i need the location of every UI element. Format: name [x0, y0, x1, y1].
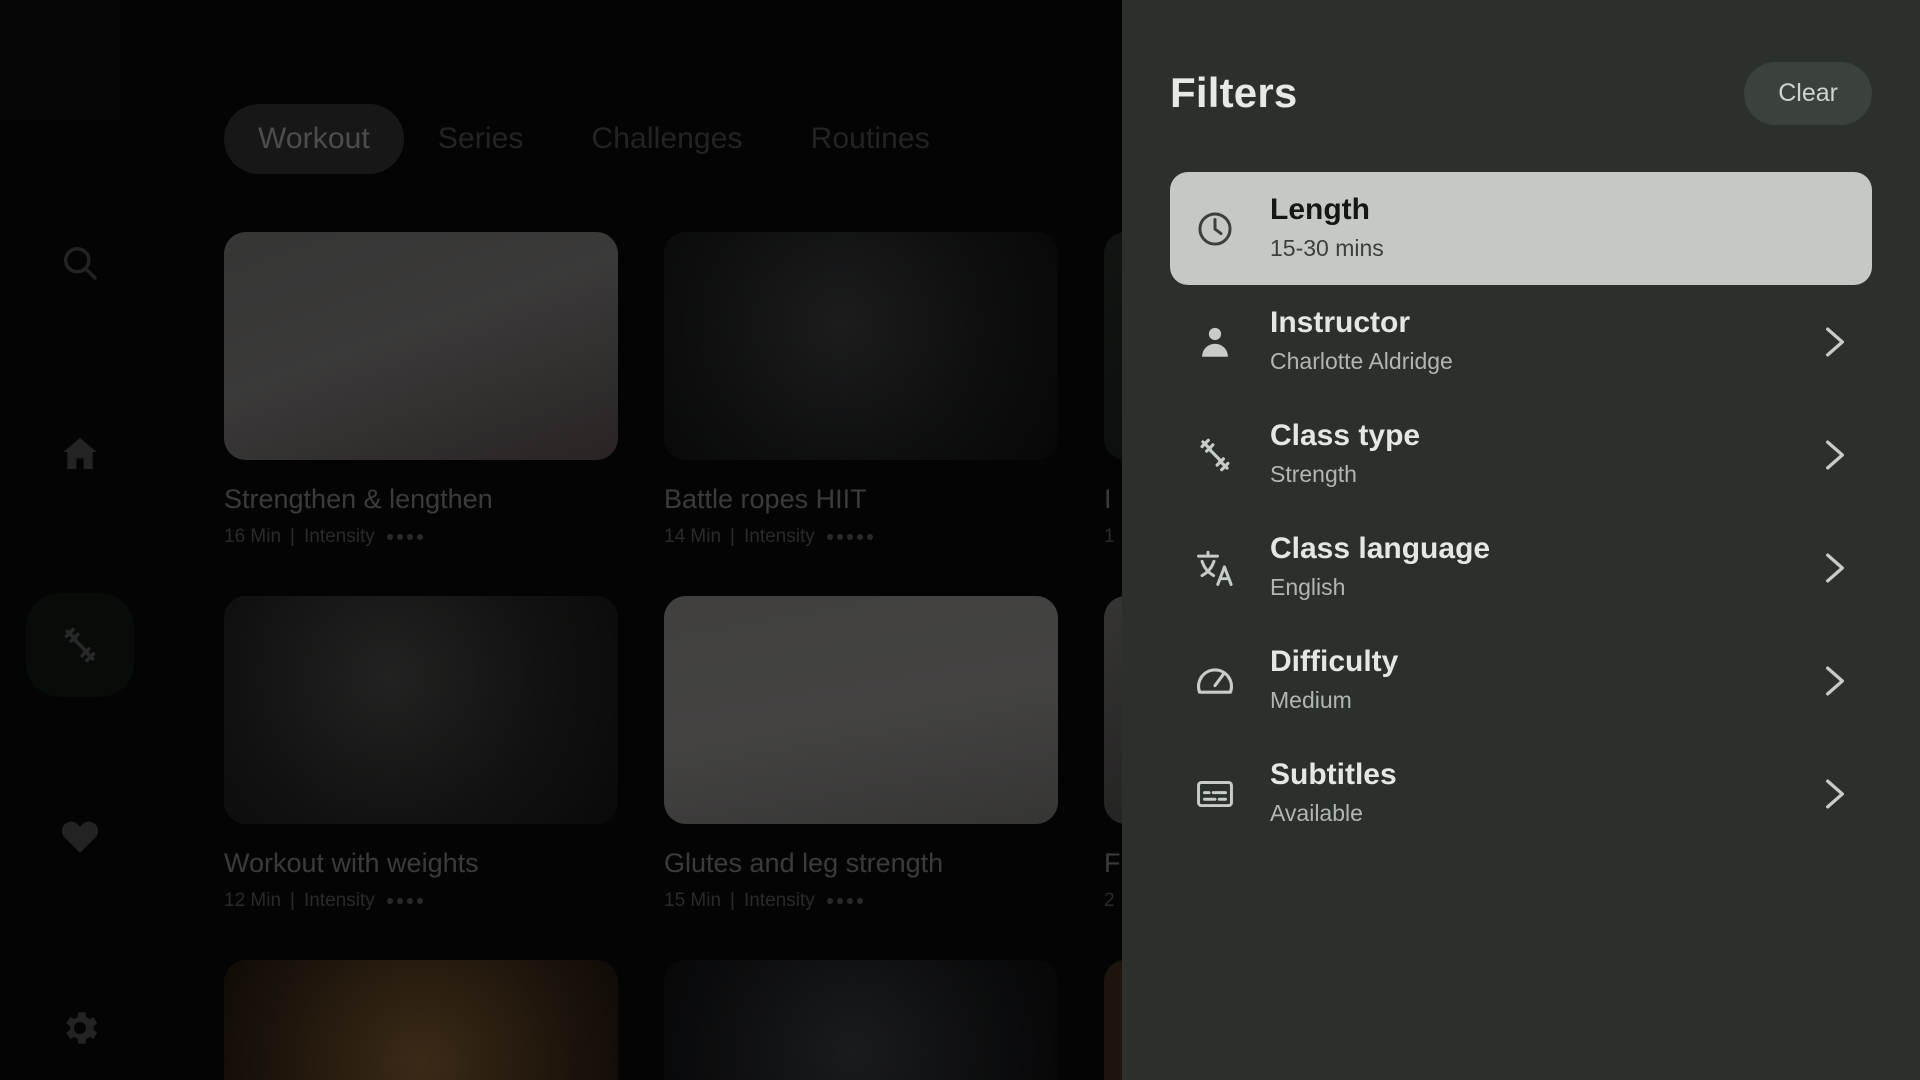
chevron-right-icon[interactable]	[1820, 772, 1850, 816]
workout-card[interactable]: Workout with weights 12 Min | Intensity	[224, 596, 618, 912]
workout-duration: 14 Min	[664, 526, 722, 548]
workout-meta: 14 Min | Intensity	[664, 526, 1058, 548]
sidebar-item-favourites[interactable]	[26, 784, 134, 888]
content-type-tabs: Workout Series Challenges Routines	[224, 104, 964, 174]
sidebar-item-workouts[interactable]	[26, 593, 134, 698]
filter-label: Length	[1270, 193, 1370, 227]
intensity-label: Intensity	[743, 890, 815, 912]
chevron-right-icon[interactable]	[1820, 659, 1850, 703]
workout-card[interactable]: Glutes and leg strength 15 Min | Intensi…	[664, 596, 1058, 912]
dumbbell-icon	[1192, 432, 1238, 478]
translate-icon	[1192, 545, 1238, 591]
intensity-label: Intensity	[303, 526, 375, 548]
person-icon	[1192, 319, 1238, 365]
workout-title: Battle ropes HIIT	[664, 484, 867, 514]
workout-thumbnail	[664, 596, 1058, 825]
chevron-right-icon[interactable]	[1820, 546, 1850, 590]
sidebar-nav	[0, 0, 160, 1080]
search-icon	[58, 241, 102, 285]
filter-text: Length 15-30 mins	[1270, 192, 1384, 265]
workout-thumbnail	[664, 960, 1058, 1080]
workout-meta: 15 Min | Intensity	[664, 890, 1058, 912]
meta-separator: |	[290, 526, 295, 548]
filter-label: Class language	[1270, 532, 1491, 566]
intensity-label: Intensity	[743, 526, 815, 548]
captions-icon	[1192, 771, 1238, 817]
filters-header: Filters Clear	[1170, 0, 1872, 172]
clock-icon	[1192, 206, 1238, 252]
meta-separator: |	[730, 890, 735, 912]
workout-thumbnail	[224, 232, 618, 460]
filter-value: Medium	[1270, 686, 1352, 713]
tab-series[interactable]: Series	[404, 104, 558, 174]
filter-value: English	[1270, 573, 1346, 600]
tab-challenges[interactable]: Challenges	[558, 104, 777, 174]
filter-row-instructor[interactable]: Instructor Charlotte Aldridge	[1170, 285, 1872, 398]
home-icon	[58, 432, 102, 476]
filter-text: Class type Strength	[1270, 418, 1420, 491]
workout-meta: 12 Min | Intensity	[224, 890, 618, 912]
filter-label: Subtitles	[1270, 758, 1397, 792]
filter-value: 15-30 mins	[1270, 234, 1384, 261]
filter-text: Difficulty Medium	[1270, 644, 1398, 717]
sidebar-item-settings[interactable]	[26, 976, 134, 1080]
meta-separator: |	[290, 890, 295, 912]
workout-title: Glutes and leg strength	[664, 848, 944, 879]
workout-thumbnail	[224, 596, 618, 825]
chevron-right-icon[interactable]	[1820, 320, 1850, 364]
filter-text: Class language English	[1270, 531, 1490, 604]
sidebar-item-home[interactable]	[26, 402, 134, 506]
workout-duration: 2	[1104, 890, 1115, 912]
sidebar-item-search[interactable]	[26, 211, 134, 315]
filter-text: Instructor Charlotte Aldridge	[1270, 305, 1453, 378]
tab-routines[interactable]: Routines	[777, 104, 964, 174]
workout-duration: 15 Min	[664, 890, 722, 912]
filters-panel: Filters Clear Length 15-30 mins Instruct…	[1122, 0, 1920, 1080]
filter-row-difficulty[interactable]: Difficulty Medium	[1170, 624, 1872, 737]
intensity-dots	[826, 534, 873, 541]
workout-title: Workout with weights	[224, 848, 479, 879]
intensity-dots	[386, 534, 423, 541]
workout-duration: 12 Min	[224, 890, 282, 912]
filter-row-class-language[interactable]: Class language English	[1170, 511, 1872, 624]
filter-text: Subtitles Available	[1270, 757, 1397, 830]
gauge-icon	[1192, 658, 1238, 704]
workout-thumbnail	[224, 960, 618, 1080]
workout-duration: 16 Min	[224, 526, 282, 548]
page-title: Filters	[1170, 69, 1298, 116]
workout-title: Strengthen & lengthen	[224, 484, 493, 514]
filter-value: Charlotte Aldridge	[1270, 347, 1453, 374]
filter-row-class-type[interactable]: Class type Strength	[1170, 398, 1872, 511]
workout-card[interactable]: Strengthen & lengthen 16 Min | Intensity	[224, 232, 618, 548]
intensity-dots	[826, 898, 863, 905]
workout-duration: 1	[1104, 526, 1115, 548]
intensity-label: Intensity	[303, 890, 375, 912]
filter-label: Difficulty	[1270, 645, 1399, 679]
filter-row-length[interactable]: Length 15-30 mins	[1170, 172, 1872, 285]
gear-icon	[58, 1006, 102, 1050]
filter-value: Available	[1270, 799, 1363, 826]
filter-row-subtitles[interactable]: Subtitles Available	[1170, 737, 1872, 850]
workout-card[interactable]: Battle ropes HIIT 14 Min | Intensity	[664, 232, 1058, 548]
filter-label: Class type	[1270, 419, 1421, 453]
dumbbell-icon	[58, 623, 102, 667]
workout-card[interactable]	[224, 960, 618, 1080]
workout-card[interactable]	[664, 960, 1058, 1080]
filter-label: Instructor	[1270, 306, 1411, 340]
filter-list: Length 15-30 mins Instructor Charlotte A…	[1170, 172, 1872, 850]
tab-workout[interactable]: Workout	[224, 104, 404, 174]
intensity-dots	[386, 898, 423, 905]
workout-meta: 16 Min | Intensity	[224, 526, 618, 548]
workout-thumbnail	[664, 232, 1058, 460]
clear-button[interactable]: Clear	[1744, 61, 1872, 125]
chevron-right-icon[interactable]	[1820, 433, 1850, 477]
heart-icon	[58, 815, 102, 859]
app-screen: Workout Series Challenges Routines Stren…	[0, 0, 1920, 1080]
filter-value: Strength	[1270, 460, 1357, 487]
meta-separator: |	[730, 526, 735, 548]
